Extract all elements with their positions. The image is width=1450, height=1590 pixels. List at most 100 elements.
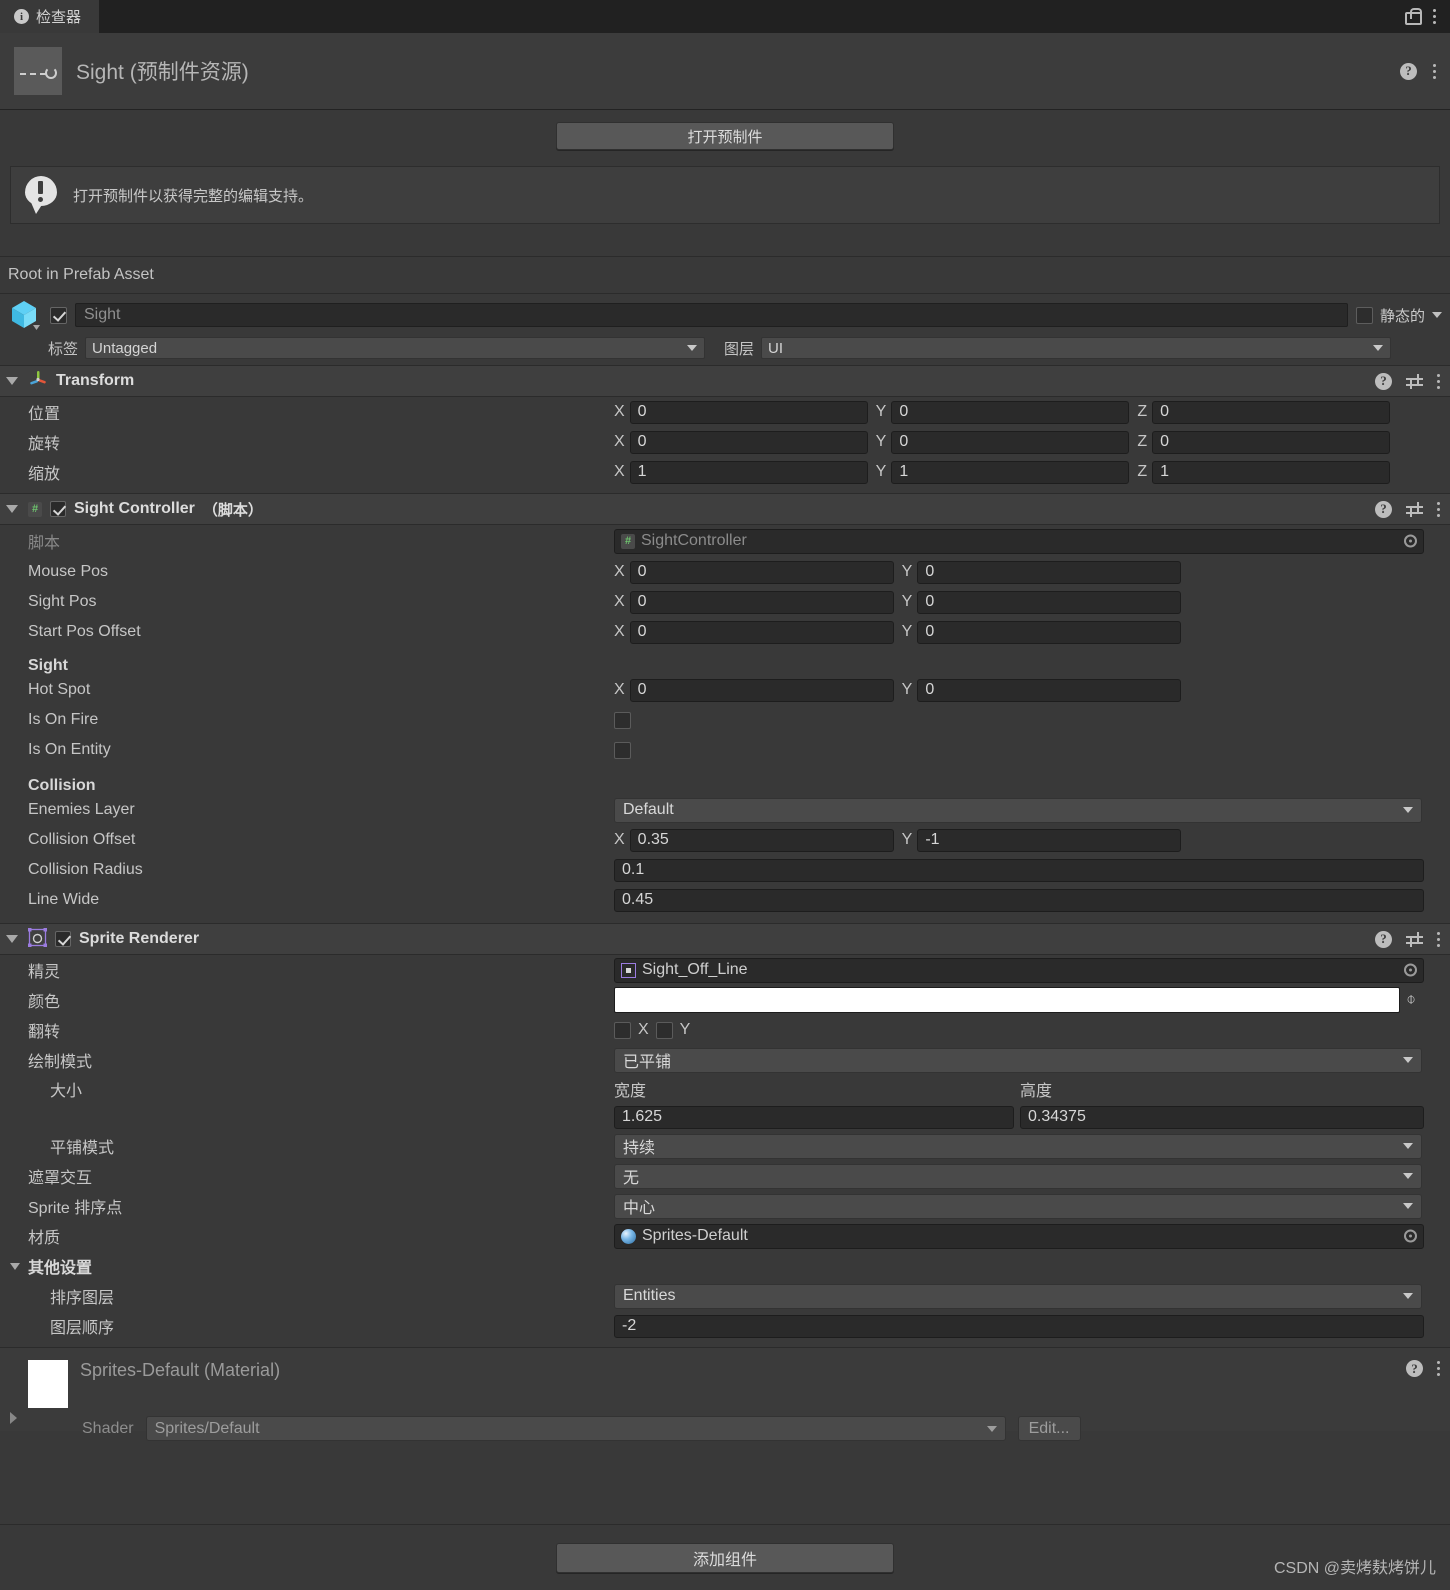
static-checkbox[interactable]: [1355, 306, 1373, 324]
foldout-arrow-icon[interactable]: [6, 377, 18, 385]
chevron-down-icon: [986, 1425, 997, 1432]
sorting-layer-value: Entities: [623, 1287, 676, 1304]
sight-pos-x-input[interactable]: 0: [629, 590, 894, 614]
sorting-layer-dropdown[interactable]: Entities: [614, 1283, 1422, 1309]
position-z-input[interactable]: 0: [1152, 400, 1391, 424]
mask-interaction-row: 遮罩交互 无: [0, 1161, 1450, 1191]
line-wide-input[interactable]: 0.45: [614, 888, 1424, 912]
position-y-input[interactable]: 0: [891, 400, 1130, 424]
collision-offset-row: Collision Offset X 0.35 Y -1: [0, 825, 1450, 855]
enemies-layer-dropdown[interactable]: Default: [614, 797, 1422, 823]
collision-radius-input[interactable]: 0.1: [614, 858, 1424, 882]
kebab-menu-icon[interactable]: [1437, 501, 1440, 517]
foldout-arrow-icon[interactable]: [10, 1412, 17, 1424]
sight-controller-enabled-checkbox[interactable]: [50, 501, 66, 517]
preset-icon[interactable]: [1406, 373, 1423, 389]
edit-shader-button[interactable]: Edit...: [1017, 1416, 1081, 1441]
gameobject-name-field[interactable]: Sight: [75, 303, 1348, 327]
chevron-down-icon: [1373, 345, 1384, 351]
kebab-menu-icon[interactable]: [1433, 63, 1436, 79]
scale-x-input[interactable]: 1: [629, 460, 868, 484]
object-picker-icon[interactable]: [1404, 534, 1417, 548]
gameobject-enabled-checkbox[interactable]: [50, 306, 67, 324]
component-header-sprite-renderer[interactable]: Sprite Renderer ?: [0, 923, 1450, 955]
kebab-menu-icon[interactable]: [1437, 1361, 1440, 1376]
scale-z-input[interactable]: 1: [1152, 460, 1391, 484]
lock-icon[interactable]: [1404, 8, 1422, 25]
position-x-input[interactable]: 0: [629, 400, 868, 424]
hot-spot-y-input[interactable]: 0: [917, 678, 1182, 702]
sprite-sort-point-dropdown[interactable]: 中心: [614, 1193, 1422, 1219]
sprite-renderer-enabled-checkbox[interactable]: [55, 931, 71, 947]
help-icon[interactable]: ?: [1406, 1360, 1423, 1377]
draw-mode-dropdown[interactable]: 已平铺: [614, 1047, 1422, 1073]
collision-offset-x-input[interactable]: 0.35: [629, 828, 894, 852]
enemies-layer-row: Enemies Layer Default: [0, 795, 1450, 825]
static-label: 静态的: [1379, 307, 1425, 325]
size-width-input[interactable]: 1.625: [614, 1105, 1014, 1129]
chevron-down-icon: [687, 345, 698, 351]
inspector-window: i 检查器 Sight (预制件资源) ? 打开预制件 打开预制件以获得完整的编…: [0, 0, 1450, 1590]
tab-inspector[interactable]: i 检查器: [0, 0, 100, 33]
hot-spot-x-input[interactable]: 0: [629, 678, 894, 702]
help-icon[interactable]: ?: [1375, 500, 1392, 518]
inspector-footer: 添加组件 CSDN @卖烤麸烤饼儿: [0, 1524, 1450, 1590]
start-pos-offset-y-input[interactable]: 0: [917, 620, 1182, 644]
other-settings-foldout-row[interactable]: 其他设置: [0, 1251, 1450, 1281]
asset-thumbnail: [14, 47, 62, 95]
collision-group-header: Collision: [28, 777, 96, 794]
is-on-fire-checkbox[interactable]: [614, 711, 631, 729]
hot-spot-row: Hot Spot X0 Y0: [0, 675, 1450, 705]
sight-pos-y-input[interactable]: 0: [917, 590, 1182, 614]
help-icon[interactable]: ?: [1375, 372, 1392, 390]
rotation-y-input[interactable]: 0: [891, 430, 1130, 454]
size-height-input[interactable]: 0.34375: [1020, 1105, 1424, 1129]
mask-interaction-dropdown[interactable]: 无: [614, 1163, 1422, 1189]
size-width-header: 宽度: [614, 1083, 647, 1100]
info-icon: i: [14, 9, 29, 24]
size-label: 大小: [50, 1083, 83, 1100]
eyedropper-icon[interactable]: ⌽: [1400, 991, 1422, 1009]
script-object-field[interactable]: SightController: [614, 528, 1424, 554]
rotation-x-input[interactable]: 0: [629, 430, 868, 454]
rotation-z-input[interactable]: 0: [1152, 430, 1391, 454]
help-icon[interactable]: ?: [1375, 930, 1392, 948]
kebab-menu-icon[interactable]: [1433, 9, 1436, 24]
color-swatch-field[interactable]: [614, 987, 1400, 1013]
foldout-arrow-icon[interactable]: [6, 505, 18, 513]
layer-dropdown[interactable]: UI: [761, 337, 1392, 359]
is-on-entity-checkbox[interactable]: [614, 741, 631, 759]
tag-dropdown[interactable]: Untagged: [85, 337, 706, 359]
tab-inspector-label: 检查器: [36, 9, 82, 26]
scale-y-input[interactable]: 1: [891, 460, 1130, 484]
open-prefab-button[interactable]: 打开预制件: [556, 122, 894, 150]
tile-mode-dropdown[interactable]: 持续: [614, 1133, 1422, 1159]
object-picker-icon[interactable]: [1404, 963, 1417, 977]
mouse-pos-y-input[interactable]: 0: [917, 560, 1182, 584]
collision-offset-y-input[interactable]: -1: [917, 828, 1182, 852]
flip-x-checkbox[interactable]: [614, 1021, 631, 1039]
preset-icon[interactable]: [1406, 501, 1423, 517]
kebab-menu-icon[interactable]: [1437, 373, 1440, 389]
help-icon[interactable]: ?: [1400, 62, 1417, 80]
static-flags-control[interactable]: 静态的: [1355, 305, 1442, 326]
shader-dropdown[interactable]: Sprites/Default: [145, 1416, 1006, 1441]
chevron-down-icon[interactable]: [1432, 312, 1442, 318]
mouse-pos-x-input[interactable]: 0: [629, 560, 894, 584]
mask-interaction-label: 遮罩交互: [28, 1170, 93, 1187]
sprite-object-field[interactable]: Sight_Off_Line: [614, 957, 1424, 983]
foldout-arrow-icon[interactable]: [6, 935, 18, 943]
preset-icon[interactable]: [1406, 931, 1423, 947]
component-title-suffix: （脚本）: [202, 501, 263, 519]
component-header-sight-controller[interactable]: Sight Controller （脚本） ?: [0, 493, 1450, 525]
transform-rotation-row: 旋转 X0 Y0 Z0: [0, 427, 1450, 457]
material-object-field[interactable]: Sprites-Default: [614, 1223, 1424, 1249]
kebab-menu-icon[interactable]: [1437, 931, 1440, 947]
object-picker-icon[interactable]: [1404, 1229, 1417, 1243]
foldout-arrow-icon[interactable]: [10, 1262, 20, 1270]
start-pos-offset-x-input[interactable]: 0: [629, 620, 894, 644]
add-component-button[interactable]: 添加组件: [556, 1542, 894, 1573]
flip-y-checkbox[interactable]: [655, 1021, 673, 1039]
order-in-layer-input[interactable]: -2: [614, 1314, 1424, 1338]
component-header-transform[interactable]: Transform ?: [0, 365, 1450, 397]
